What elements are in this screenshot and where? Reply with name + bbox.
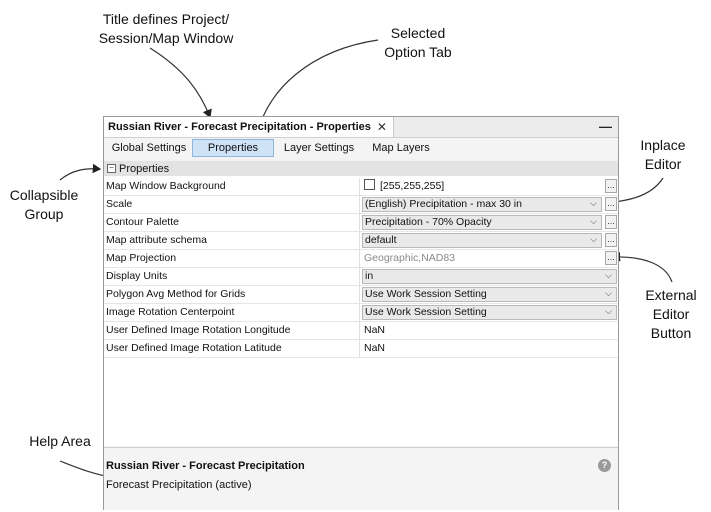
property-value: Precipitation - 70% Opacity <box>365 216 492 228</box>
property-row-rotation-latitude: User Defined Image Rotation Latitude NaN <box>104 340 618 358</box>
group-header-properties[interactable]: − Properties <box>104 161 618 176</box>
tab-map-layers[interactable]: Map Layers <box>366 139 436 157</box>
property-name: User Defined Image Rotation Longitude <box>106 322 360 339</box>
chevron-down-icon: ⌵ <box>605 288 612 298</box>
contour-palette-dropdown[interactable]: Precipitation - 70% Opacity ⌵ <box>362 215 602 230</box>
window-title-tab[interactable]: Russian River - Forecast Precipitation -… <box>104 117 394 137</box>
option-tabs: Global Settings Properties Layer Setting… <box>104 138 618 159</box>
property-value: [255,255,255] <box>380 180 445 192</box>
external-editor-button[interactable]: ... <box>605 251 617 265</box>
property-row-contour-palette: Contour Palette Precipitation - 70% Opac… <box>104 214 618 232</box>
external-editor-button[interactable]: ... <box>605 215 617 229</box>
property-name: Image Rotation Centerpoint <box>106 304 360 321</box>
property-name: Map attribute schema <box>106 232 360 249</box>
property-grid: − Properties Map Window Background [255,… <box>104 161 618 446</box>
close-icon[interactable]: ✕ <box>377 120 387 134</box>
title-bar: Russian River - Forecast Precipitation -… <box>104 117 618 138</box>
external-editor-button[interactable]: ... <box>605 197 617 211</box>
property-row-image-rotation-centerpoint: Image Rotation Centerpoint Use Work Sess… <box>104 304 618 322</box>
external-editor-button[interactable]: ... <box>605 233 617 247</box>
property-row-display-units: Display Units in ⌵ <box>104 268 618 286</box>
help-title: Russian River - Forecast Precipitation <box>106 460 305 472</box>
callout-external-editor: External Editor Button <box>645 287 697 341</box>
property-name: Scale <box>106 196 360 213</box>
color-swatch-checkbox[interactable] <box>364 179 375 190</box>
callout-collapsible-group: Collapsible Group <box>9 187 79 222</box>
property-row-map-attribute-schema: Map attribute schema default ⌵ ... <box>104 232 618 250</box>
rotation-latitude-field[interactable]: NaN <box>362 341 604 356</box>
property-name: Display Units <box>106 268 360 285</box>
attribute-schema-dropdown[interactable]: default ⌵ <box>362 233 602 248</box>
polygon-avg-dropdown[interactable]: Use Work Session Setting ⌵ <box>362 287 617 302</box>
rotation-centerpoint-dropdown[interactable]: Use Work Session Setting ⌵ <box>362 305 617 320</box>
help-area: Russian River - Forecast Precipitation F… <box>104 447 618 510</box>
help-description: Forecast Precipitation (active) <box>106 479 252 491</box>
tab-layer-settings[interactable]: Layer Settings <box>276 139 362 157</box>
background-color-value[interactable]: [255,255,255] <box>362 179 604 194</box>
callout-selected-tab: Selected Option Tab <box>384 25 452 60</box>
property-row-polygon-avg-method: Polygon Avg Method for Grids Use Work Se… <box>104 286 618 304</box>
property-row-map-window-background: Map Window Background [255,255,255] ... <box>104 178 618 196</box>
chevron-down-icon: ⌵ <box>605 306 612 316</box>
callout-inplace-editor: Inplace Editor <box>640 137 686 172</box>
arrow-title <box>149 47 212 119</box>
help-icon[interactable]: ? <box>598 459 611 472</box>
callout-help-area: Help Area <box>29 433 91 449</box>
arrow-external-editor <box>611 251 673 283</box>
chevron-down-icon: ⌵ <box>605 270 612 280</box>
callout-title: Title defines Project/ Session/Map Windo… <box>98 11 234 46</box>
display-units-dropdown[interactable]: in ⌵ <box>362 269 617 284</box>
chevron-down-icon: ⌵ <box>590 216 597 226</box>
rotation-longitude-field[interactable]: NaN <box>362 323 604 338</box>
property-name: Map Projection <box>106 250 360 267</box>
property-name: User Defined Image Rotation Latitude <box>106 340 360 357</box>
map-projection-value: Geographic,NAD83 <box>364 252 456 264</box>
group-label: Properties <box>119 162 170 175</box>
arrow-collapsible-group <box>59 163 102 181</box>
property-value: Use Work Session Setting <box>365 306 487 318</box>
property-value: Use Work Session Setting <box>365 288 487 300</box>
chevron-down-icon: ⌵ <box>590 198 597 208</box>
property-row-scale: Scale (English) Precipitation - max 30 i… <box>104 196 618 214</box>
property-value: default <box>365 234 397 246</box>
tab-global-settings[interactable]: Global Settings <box>106 139 192 157</box>
scale-dropdown[interactable]: (English) Precipitation - max 30 in ⌵ <box>362 197 602 212</box>
property-name: Polygon Avg Method for Grids <box>106 286 360 303</box>
property-row-map-projection: Map Projection Geographic,NAD83 ... <box>104 250 618 268</box>
property-row-rotation-longitude: User Defined Image Rotation Longitude Na… <box>104 322 618 340</box>
chevron-down-icon: ⌵ <box>590 234 597 244</box>
window-title: Russian River - Forecast Precipitation -… <box>108 121 371 133</box>
properties-panel: Russian River - Forecast Precipitation -… <box>103 116 619 510</box>
tab-properties[interactable]: Properties <box>192 139 274 157</box>
external-editor-button[interactable]: ... <box>605 179 617 193</box>
property-value: (English) Precipitation - max 30 in <box>365 198 522 210</box>
collapse-icon[interactable]: − <box>107 164 116 173</box>
property-name: Map Window Background <box>106 178 360 195</box>
property-value: in <box>365 270 374 282</box>
minimize-icon[interactable]: — <box>599 119 612 134</box>
property-name: Contour Palette <box>106 214 360 231</box>
